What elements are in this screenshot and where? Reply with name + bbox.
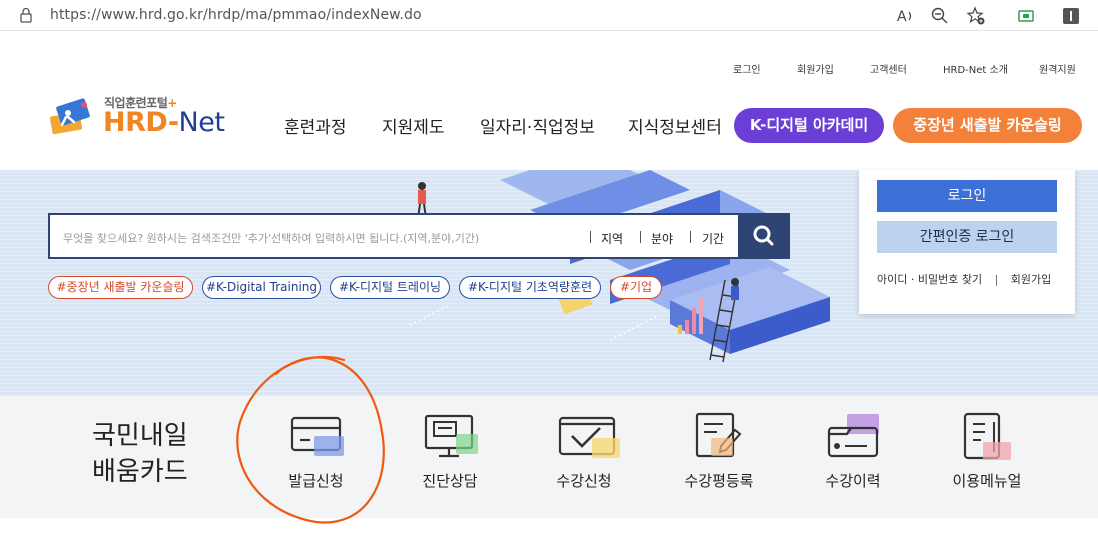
nav-support-system[interactable]: 지원제도 bbox=[382, 113, 445, 138]
link-divider: | bbox=[994, 273, 999, 286]
nav-knowledge-center[interactable]: 지식정보센터 bbox=[628, 113, 722, 138]
read-aloud-icon[interactable]: A bbox=[895, 6, 915, 26]
util-about-link[interactable]: HRD-Net 소개 bbox=[943, 61, 1008, 76]
login-button[interactable]: 로그인 bbox=[877, 180, 1057, 212]
util-remote-support-link[interactable]: 원격지원 bbox=[1039, 61, 1076, 76]
monitor-chat-icon bbox=[424, 414, 478, 458]
card-item-history[interactable]: 수강이력 bbox=[793, 408, 913, 498]
url-text[interactable]: https://www.hrd.go.kr/hrdp/ma/pmmao/inde… bbox=[50, 7, 422, 23]
card-item-enroll[interactable]: 수강신청 bbox=[524, 408, 644, 498]
util-signup-link[interactable]: 회원가입 bbox=[797, 61, 834, 76]
filter-divider bbox=[640, 231, 641, 243]
search-bar: 무엇을 찾으세요? 원하시는 검색조건만 '추가'선택하여 입력하시면 됩니다.… bbox=[48, 213, 790, 259]
logo-mark-icon bbox=[49, 98, 90, 135]
checkbox-icon bbox=[558, 416, 620, 458]
search-button[interactable] bbox=[738, 213, 790, 259]
nav-training-courses[interactable]: 훈련과정 bbox=[284, 113, 347, 138]
card-item-manual[interactable]: 이용메뉴얼 bbox=[927, 408, 1047, 498]
search-input[interactable]: 무엇을 찾으세요? 원하시는 검색조건만 '추가'선택하여 입력하시면 됩니다.… bbox=[63, 230, 479, 246]
k-digital-academy-button[interactable]: K-디지털 아카데미 bbox=[734, 108, 884, 143]
signup-link[interactable]: 회원가입 bbox=[1011, 273, 1051, 286]
zoom-icon[interactable] bbox=[930, 6, 950, 26]
filter-divider bbox=[590, 231, 591, 243]
login-panel: 로그인 간편인증 로그인 아이디 · 비밀번호 찾기 | 회원가입 bbox=[859, 170, 1075, 314]
simple-login-button[interactable]: 간편인증 로그인 bbox=[877, 221, 1057, 253]
filter-divider bbox=[690, 231, 691, 243]
card-item-review[interactable]: 수강평등록 bbox=[659, 408, 779, 498]
tag-midcareer-counseling[interactable]: #중장년 새출발 카운슬링 bbox=[48, 276, 193, 299]
folder-history-icon bbox=[827, 414, 879, 458]
manual-book-icon bbox=[963, 412, 1011, 460]
annotation-circle bbox=[236, 355, 385, 524]
search-icon bbox=[753, 225, 774, 246]
review-edit-icon bbox=[695, 412, 742, 458]
tag-k-digital-training-en[interactable]: #K-Digital Training bbox=[202, 276, 321, 299]
card-item-consult[interactable]: 진단상담 bbox=[390, 408, 510, 498]
lock-icon bbox=[20, 7, 32, 23]
util-login-link[interactable]: 로그인 bbox=[733, 61, 761, 76]
extension-icon[interactable] bbox=[1016, 6, 1036, 26]
profile-icon[interactable] bbox=[1061, 6, 1081, 26]
hrd-net-logo[interactable]: 직업훈련포털+ HRD-Net bbox=[48, 94, 228, 138]
util-customer-center-link[interactable]: 고객센터 bbox=[870, 61, 907, 76]
svg-text:A: A bbox=[897, 9, 907, 25]
favorite-star-icon[interactable] bbox=[966, 6, 986, 26]
browser-address-bar: https://www.hrd.go.kr/hrdp/ma/pmmao/inde… bbox=[0, 0, 1098, 31]
midcareer-counseling-button[interactable]: 중장년 새출발 카운슬링 bbox=[893, 108, 1082, 143]
login-links: 아이디 · 비밀번호 찾기 | 회원가입 bbox=[877, 271, 1051, 287]
filter-field[interactable]: 분야 bbox=[651, 230, 673, 247]
logo-name: HRD-Net bbox=[103, 107, 225, 138]
find-id-password-link[interactable]: 아이디 · 비밀번호 찾기 bbox=[877, 273, 982, 286]
filter-period[interactable]: 기간 bbox=[702, 230, 724, 247]
tag-company[interactable]: #기업 bbox=[610, 276, 662, 299]
filter-region[interactable]: 지역 bbox=[601, 230, 623, 247]
section-title: 국민내일 배움카드 bbox=[92, 421, 188, 487]
tag-k-digital-basic[interactable]: #K-디지털 기초역량훈련 bbox=[459, 276, 601, 299]
nav-job-info[interactable]: 일자리·직업정보 bbox=[480, 113, 595, 138]
tag-k-digital-training-ko[interactable]: #K-디지털 트레이닝 bbox=[330, 276, 450, 299]
